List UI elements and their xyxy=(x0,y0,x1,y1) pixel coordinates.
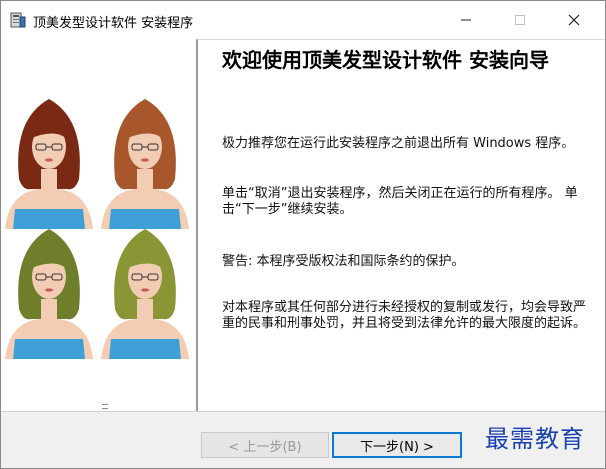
welcome-title: 欢迎使用顶美发型设计软件 安装向导 xyxy=(222,48,549,72)
close-button[interactable] xyxy=(551,1,597,39)
copyright-warning: 警告: 本程序受版权法和国际条约的保护。 xyxy=(222,254,465,269)
welcome-text-panel: 欢迎使用顶美发型设计软件 安装向导 极力推荐您在运行此安装程序之前退出所有 Wi… xyxy=(196,39,605,411)
cancel-next-instructions: 单击“取消”退出安装程序，然后关闭正在运行的所有程序。 单击“下一步”继续安装。 xyxy=(222,186,578,217)
back-button[interactable]: < 上一步(B) xyxy=(201,432,329,458)
maximize-button[interactable] xyxy=(497,1,543,39)
minimize-button[interactable] xyxy=(443,1,489,39)
wizard-content: 欢迎使用顶美发型设计软件 安装向导 极力推荐您在运行此安装程序之前退出所有 Wi… xyxy=(1,39,605,411)
close-programs-notice: 极力推荐您在运行此安装程序之前退出所有 Windows 程序。 xyxy=(222,136,575,151)
portrait-2 xyxy=(101,99,189,229)
hairstyle-image-panel xyxy=(1,39,196,411)
close-icon xyxy=(568,14,580,26)
maximize-icon xyxy=(515,15,525,25)
portrait-1 xyxy=(5,99,93,229)
installer-window: 顶美发型设计软件 安装程序 欢迎使用顶美发型设计软件 安装向导 极力推荐您在运行… xyxy=(0,0,606,469)
installer-icon xyxy=(10,12,26,28)
hairstyle-portraits-image xyxy=(5,99,189,359)
minimize-icon xyxy=(461,19,471,21)
resize-grip-icon xyxy=(102,404,108,409)
window-title: 顶美发型设计软件 安装程序 xyxy=(33,16,194,31)
title-bar[interactable]: 顶美发型设计软件 安装程序 xyxy=(1,1,605,39)
legal-penalty-notice: 对本程序或其任何部分进行未经授权的复制或发行，均会导致严重的民事和刑事处罚，并且… xyxy=(222,300,587,331)
watermark-logo: 最需教育 xyxy=(485,425,585,453)
portrait-4 xyxy=(101,229,189,359)
portrait-3 xyxy=(5,229,93,359)
next-button[interactable]: 下一步(N) > xyxy=(332,432,462,458)
